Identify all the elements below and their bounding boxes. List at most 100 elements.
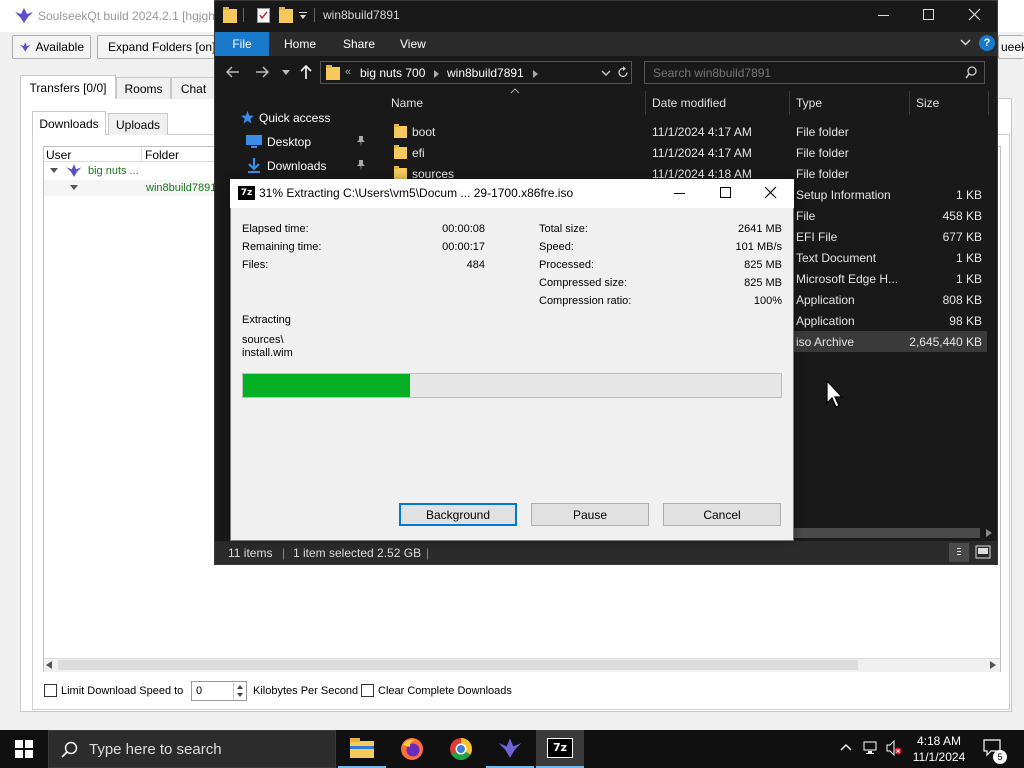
show-hidden-icons-chevron-icon[interactable]	[840, 743, 852, 751]
limit-speed-checkbox[interactable]	[44, 684, 57, 697]
background-button[interactable]: Background	[399, 503, 517, 526]
status-available-button[interactable]: Available	[12, 35, 91, 59]
file-row[interactable]: boot 11/1/2024 4:17 AM File folder	[374, 121, 987, 142]
breadcrumb-chevron-icon[interactable]	[434, 70, 439, 78]
taskbar-firefox[interactable]	[388, 730, 436, 768]
tab-file-label: File	[232, 37, 252, 51]
nav-desktop[interactable]: Desktop	[267, 135, 311, 149]
cancel-button[interactable]: Cancel	[663, 503, 781, 526]
spin-down-icon[interactable]	[233, 691, 245, 699]
search-icon	[61, 741, 78, 758]
downloads-hscroll-thumb[interactable]	[58, 660, 858, 670]
minimize-icon[interactable]	[674, 193, 685, 194]
customize-quick-access-icon[interactable]	[299, 12, 307, 20]
column-divider	[141, 147, 142, 162]
pin-icon[interactable]	[356, 160, 366, 171]
taskbar-chrome[interactable]	[437, 730, 485, 768]
stat-value: 00:00:17	[442, 241, 485, 253]
row-folder: win8build7891	[146, 182, 217, 194]
taskbar-search-box[interactable]: Type here to search	[48, 730, 336, 768]
column-header-size[interactable]: Size	[916, 96, 939, 110]
folder-icon[interactable]	[223, 7, 237, 23]
stat-value: 101 MB/s	[735, 241, 782, 253]
scroll-right-arrow-icon[interactable]	[986, 529, 992, 537]
minimize-icon[interactable]	[878, 15, 889, 16]
windows-start-icon[interactable]	[15, 740, 33, 758]
expand-arrow-icon[interactable]	[70, 185, 78, 191]
scroll-right-arrow-icon[interactable]	[990, 661, 996, 669]
tab-downloads[interactable]: Downloads	[32, 111, 106, 135]
table-row[interactable]: big nuts ...	[44, 163, 214, 180]
close-icon[interactable]	[968, 8, 981, 21]
expand-arrow-icon[interactable]	[50, 168, 58, 174]
taskbar-file-explorer[interactable]	[338, 730, 386, 768]
taskbar-7zip[interactable]: 7z	[536, 730, 584, 768]
search-input[interactable]: Search win8build7891	[644, 61, 985, 84]
7zip-logo-icon: 7z	[238, 186, 255, 200]
limit-speed-spinbox[interactable]: 0	[191, 681, 247, 701]
up-arrow-icon[interactable]	[299, 64, 313, 80]
breadcrumb-overflow-icon[interactable]: «	[345, 66, 351, 78]
column-divider[interactable]	[988, 91, 989, 115]
column-divider[interactable]	[789, 91, 790, 115]
tab-home[interactable]: Home	[284, 37, 316, 51]
large-icons-view-icon[interactable]	[975, 545, 991, 559]
column-header-folder[interactable]: Folder	[145, 148, 179, 162]
properties-icon[interactable]	[257, 8, 270, 23]
network-icon[interactable]	[863, 740, 879, 756]
new-folder-icon[interactable]	[279, 7, 293, 23]
column-header-user[interactable]: User	[46, 148, 71, 162]
current-path-line1: sources\	[242, 334, 284, 346]
close-icon[interactable]	[764, 186, 777, 199]
nav-quick-access[interactable]: Quick access	[259, 111, 330, 125]
options-button[interactable]: ueek	[998, 35, 1024, 59]
scroll-left-arrow-icon[interactable]	[46, 661, 52, 669]
system-clock[interactable]: 4:18 AM 11/1/2024	[902, 733, 976, 765]
expand-folders-button[interactable]: Expand Folders [on]	[97, 35, 215, 59]
pin-icon[interactable]	[356, 136, 366, 147]
breadcrumb-part[interactable]: win8build7891	[447, 66, 524, 80]
clock-time: 4:18 AM	[916, 734, 962, 748]
file-size: 808 KB	[942, 293, 982, 307]
search-icon[interactable]	[965, 66, 977, 79]
tab-uploads[interactable]: Uploads	[108, 113, 168, 135]
spin-up-icon[interactable]	[233, 683, 245, 691]
clear-complete-checkbox[interactable]	[361, 684, 374, 697]
tab-chat[interactable]: Chat	[171, 77, 216, 99]
file-row[interactable]: efi 11/1/2024 4:17 AM File folder	[374, 142, 987, 163]
ribbon	[215, 32, 997, 56]
tab-rooms[interactable]: Rooms	[116, 77, 171, 99]
column-divider[interactable]	[645, 91, 646, 115]
tab-transfers[interactable]: Transfers [0/0]	[20, 75, 116, 99]
tab-view[interactable]: View	[400, 37, 426, 51]
address-bar[interactable]: « big nuts 700 win8build7891	[320, 61, 632, 84]
volume-muted-icon[interactable]	[886, 740, 902, 756]
table-row[interactable]: win8build7891	[44, 180, 217, 196]
help-icon[interactable]: ?	[979, 35, 995, 51]
nav-downloads[interactable]: Downloads	[267, 159, 326, 173]
pause-button[interactable]: Pause	[531, 503, 649, 526]
file-list-hscroll-thumb[interactable]	[794, 528, 980, 538]
column-header-type[interactable]: Type	[796, 96, 822, 110]
back-arrow-icon[interactable]	[225, 65, 240, 79]
maximize-icon[interactable]	[923, 9, 934, 20]
expand-ribbon-icon[interactable]	[960, 39, 971, 46]
recent-locations-icon[interactable]	[282, 70, 290, 75]
file-type: File folder	[796, 167, 849, 181]
tab-share[interactable]: Share	[343, 37, 375, 51]
column-header-date[interactable]: Date modified	[652, 96, 726, 110]
taskbar-soulseek[interactable]	[486, 730, 534, 768]
forward-arrow-icon[interactable]	[255, 65, 270, 79]
file-type: File folder	[796, 125, 849, 139]
maximize-icon[interactable]	[720, 187, 731, 198]
details-view-icon[interactable]	[949, 543, 969, 562]
breadcrumb-chevron-icon[interactable]	[533, 70, 538, 78]
file-type: EFI File	[796, 230, 838, 244]
address-dropdown-icon[interactable]	[601, 70, 611, 76]
tab-file[interactable]: File	[215, 32, 269, 56]
breadcrumb-part[interactable]: big nuts 700	[360, 66, 425, 80]
refresh-icon[interactable]	[617, 66, 629, 79]
soulseek-icon	[498, 738, 522, 758]
column-header-name[interactable]: Name	[391, 96, 423, 110]
column-divider[interactable]	[909, 91, 910, 115]
